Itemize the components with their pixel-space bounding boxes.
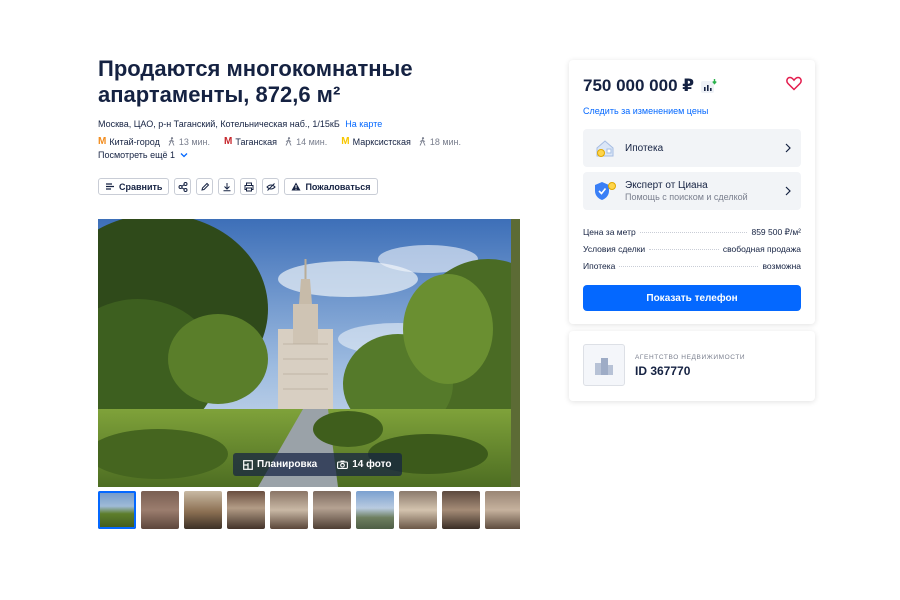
- compare-icon: [106, 183, 114, 190]
- fact-row: Условия сделки свободная продажа: [583, 244, 801, 254]
- agency-id: ID 367770: [635, 364, 691, 378]
- fact-row: Ипотека возможна: [583, 261, 801, 271]
- thumbnail[interactable]: [227, 491, 265, 529]
- thumbnail[interactable]: [98, 491, 136, 529]
- metro-list: M Китай-город 13 мин. M Таганская 14 мин…: [98, 136, 475, 147]
- metro-name: Китай-город: [109, 136, 160, 147]
- thumbnail-strip: [98, 491, 520, 529]
- show-more-metro[interactable]: Посмотреть ещё 1: [98, 150, 188, 160]
- share-icon: [178, 181, 188, 192]
- mortgage-label: Ипотека: [625, 142, 664, 154]
- thumbnail[interactable]: [270, 491, 308, 529]
- thumbnail[interactable]: [485, 491, 520, 529]
- hide-icon: [266, 182, 276, 191]
- walk-time: 14 мин.: [285, 137, 327, 147]
- walk-time: 18 мин.: [419, 137, 461, 147]
- agency-type: АГЕНТСТВО НЕДВИЖИМОСТИ: [635, 354, 746, 361]
- metro-icon: M: [341, 136, 350, 147]
- warning-icon: [291, 182, 301, 191]
- mortgage-option[interactable]: Ипотека: [583, 129, 801, 167]
- thumbnail[interactable]: [442, 491, 480, 529]
- thumbnail[interactable]: [184, 491, 222, 529]
- expert-shield-icon: [593, 179, 617, 203]
- expert-text: Эксперт от Циана Помощь с поиском и сдел…: [625, 180, 785, 202]
- price-history-icon[interactable]: [701, 79, 717, 93]
- chevron-down-icon: [180, 153, 188, 158]
- price-row: 750 000 000 ₽: [583, 76, 717, 96]
- photo-edge: [511, 219, 520, 487]
- expert-option[interactable]: Эксперт от Циана Помощь с поиском и сдел…: [583, 172, 801, 210]
- price-value: 750 000 000 ₽: [583, 76, 695, 95]
- toolbar: Сравнить Пожаловаться: [98, 178, 378, 195]
- walk-time: 13 мин.: [168, 137, 210, 147]
- expert-title: Эксперт от Циана: [625, 180, 708, 191]
- thumbnail[interactable]: [356, 491, 394, 529]
- edit-button[interactable]: [196, 178, 214, 195]
- agency-logo: [583, 344, 625, 386]
- hide-button[interactable]: [262, 178, 280, 195]
- plan-button[interactable]: Планировка: [233, 453, 327, 476]
- chevron-right-icon: [785, 186, 791, 196]
- floorplan-icon: [243, 459, 253, 470]
- metro-item[interactable]: M Китай-город 13 мин.: [98, 136, 210, 147]
- metro-item[interactable]: M Марксистская 18 мин.: [341, 136, 461, 147]
- gallery-controls: Планировка 14 фото: [233, 453, 402, 476]
- report-button[interactable]: Пожаловаться: [284, 178, 378, 195]
- thumbnail[interactable]: [313, 491, 351, 529]
- thumbnail[interactable]: [141, 491, 179, 529]
- favorite-heart-icon[interactable]: [786, 76, 802, 91]
- camera-icon: [337, 460, 349, 469]
- facts-list: Цена за метр 859 500 ₽/м² Условия сделки с…: [583, 227, 801, 278]
- print-icon: [244, 182, 254, 191]
- metro-icon: M: [224, 136, 233, 147]
- track-price-link[interactable]: Следить за изменением цены: [583, 106, 708, 116]
- download-icon: [223, 182, 231, 191]
- show-phone-button[interactable]: Показать телефон: [583, 285, 801, 311]
- chevron-right-icon: [785, 143, 791, 153]
- print-button[interactable]: [240, 178, 258, 195]
- thumbnail[interactable]: [399, 491, 437, 529]
- address-text: Москва, ЦАО, р-н Таганский, Котельническ…: [98, 119, 340, 129]
- metro-name: Таганская: [235, 136, 278, 147]
- share-button[interactable]: [174, 178, 192, 195]
- buildings-icon: [595, 358, 613, 375]
- fact-row: Цена за метр 859 500 ₽/м²: [583, 227, 801, 237]
- metro-item[interactable]: M Таганская 14 мин.: [224, 136, 327, 147]
- walk-icon: [285, 137, 292, 146]
- map-link[interactable]: На карте: [345, 119, 382, 129]
- agency-card[interactable]: АГЕНТСТВО НЕДВИЖИМОСТИ ID 367770: [569, 331, 815, 401]
- edit-icon: [201, 182, 210, 191]
- expert-subtitle: Помощь с поиском и сделкой: [625, 192, 748, 202]
- main-photo[interactable]: Планировка 14 фото: [98, 219, 520, 487]
- walk-icon: [168, 137, 175, 146]
- metro-icon: M: [98, 136, 107, 147]
- address-row: Москва, ЦАО, р-н Таганский, Котельническ…: [98, 119, 382, 129]
- building-photo: [98, 219, 520, 487]
- page-title: Продаются многокомнатные апартаменты, 87…: [98, 56, 413, 107]
- photos-button[interactable]: 14 фото: [327, 453, 401, 476]
- mortgage-house-icon: [593, 136, 617, 160]
- metro-name: Марксистская: [352, 136, 411, 147]
- walk-icon: [419, 137, 426, 146]
- compare-button[interactable]: Сравнить: [98, 178, 170, 195]
- offer-card: 750 000 000 ₽ Следить за изменением цены…: [569, 60, 815, 324]
- download-button[interactable]: [218, 178, 236, 195]
